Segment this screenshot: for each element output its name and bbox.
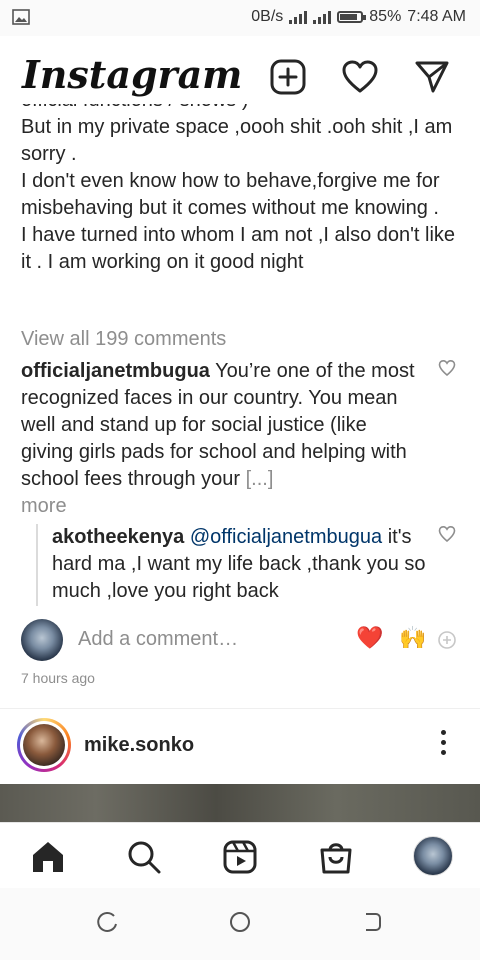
instagram-logo[interactable]: Instagram — [22, 52, 242, 97]
post-image[interactable] — [0, 784, 480, 824]
clock: 7:48 AM — [407, 8, 466, 25]
network-speed: 0B/s — [251, 8, 284, 25]
reply-comment: akotheekenya @officialjanetmbugua it's h… — [52, 524, 427, 605]
bottom-nav — [0, 822, 480, 888]
truncation-marker: [...] — [245, 468, 274, 490]
divider — [0, 708, 480, 709]
reply-thread-line — [36, 524, 38, 606]
home-button-icon[interactable] — [228, 910, 252, 934]
more-link[interactable]: more — [21, 495, 67, 517]
reply-username[interactable]: akotheekenya — [52, 526, 184, 548]
avatar — [23, 724, 65, 766]
home-icon[interactable] — [30, 839, 66, 875]
heart-icon[interactable] — [341, 58, 379, 96]
new-post-icon[interactable] — [269, 58, 307, 96]
reels-icon[interactable] — [222, 839, 258, 875]
reply-mention[interactable]: @officialjanetmbugua — [190, 526, 382, 548]
signal-icon-2 — [313, 10, 332, 24]
more-options-icon[interactable] — [436, 730, 450, 760]
view-all-comments-link[interactable]: View all 199 comments — [21, 328, 226, 351]
post-timestamp: 7 hours ago — [21, 670, 95, 686]
raising-hands-reaction-icon[interactable]: 🙌 — [399, 625, 426, 651]
caption-line: But in my private space ,oooh shit .ooh … — [21, 116, 453, 165]
comment-username[interactable]: officialjanetmbugua — [21, 360, 210, 382]
search-icon[interactable] — [126, 839, 162, 875]
image-icon — [12, 9, 30, 30]
signal-icon — [289, 10, 308, 24]
caption-line: I don't even know how to behave,forgive … — [21, 170, 440, 219]
add-comment-input[interactable]: Add a comment… — [78, 628, 238, 651]
post-caption: official functions / shows ) But in my p… — [21, 104, 466, 276]
story-ring[interactable] — [17, 718, 71, 772]
feed: official functions / shows ) But in my p… — [0, 104, 480, 824]
caption-line: official functions / shows ) — [21, 104, 466, 114]
status-bar: 0B/s 85% 7:48 AM — [0, 0, 480, 36]
caption-line: I have turned into whom I am not ,I also… — [21, 224, 456, 273]
back-icon[interactable] — [360, 910, 384, 934]
add-reaction-icon[interactable] — [437, 630, 457, 655]
android-nav-bar — [0, 888, 480, 960]
battery-icon — [337, 11, 367, 23]
shop-icon[interactable] — [318, 839, 354, 875]
heart-reaction-icon[interactable]: ❤️ — [356, 625, 383, 651]
like-comment-heart-icon[interactable] — [438, 359, 456, 377]
recents-icon[interactable] — [96, 910, 120, 934]
post-author-username[interactable]: mike.sonko — [84, 734, 194, 757]
direct-message-icon[interactable] — [413, 58, 451, 96]
profile-avatar[interactable] — [413, 836, 453, 876]
battery-percent: 85% — [369, 8, 402, 25]
avatar — [21, 619, 63, 661]
comment: officialjanetmbugua You’re one of the mo… — [21, 358, 421, 520]
like-reply-heart-icon[interactable] — [438, 525, 456, 543]
